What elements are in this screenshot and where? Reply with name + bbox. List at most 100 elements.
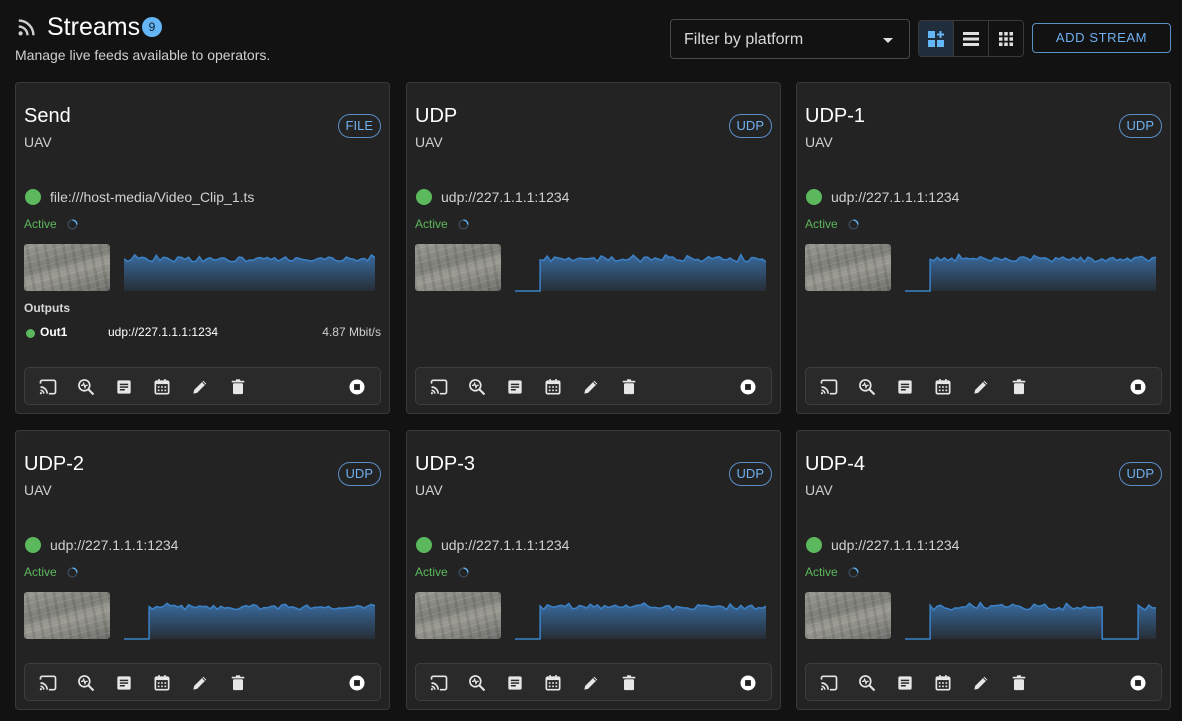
schedule-icon: [545, 379, 561, 395]
stream-type-chip: UDP: [1118, 114, 1162, 138]
video-thumbnail[interactable]: [805, 244, 891, 291]
outputs-heading: Outputs: [24, 301, 70, 315]
inspect-button[interactable]: [857, 673, 877, 693]
stop-button[interactable]: [347, 673, 367, 693]
stop-button[interactable]: [738, 377, 758, 397]
notes-button[interactable]: [895, 673, 915, 693]
stream-platform: UAV: [805, 134, 833, 150]
view-grid-plus-button[interactable]: [919, 21, 954, 56]
grid-plus-icon: [928, 30, 944, 47]
status-indicator: [416, 537, 432, 553]
edit-icon: [974, 380, 988, 394]
delete-button[interactable]: [228, 377, 248, 397]
cast-button[interactable]: [819, 377, 839, 397]
view-list-button[interactable]: [954, 21, 989, 56]
edit-button[interactable]: [971, 673, 991, 693]
cast-button[interactable]: [429, 377, 449, 397]
inspect-button[interactable]: [467, 377, 487, 397]
stop-button[interactable]: [738, 673, 758, 693]
page-title: Streams: [47, 13, 141, 41]
delete-icon: [231, 379, 245, 395]
notes-icon: [898, 380, 912, 394]
schedule-button[interactable]: [152, 377, 172, 397]
edit-button[interactable]: [190, 377, 210, 397]
stream-actions-bar: [805, 663, 1162, 701]
platform-filter-select[interactable]: Filter by platform: [670, 19, 910, 59]
stream-type-chip: UDP: [1118, 462, 1162, 486]
edit-icon: [974, 676, 988, 690]
edit-button[interactable]: [190, 673, 210, 693]
notes-icon: [508, 676, 522, 690]
view-grid-small-button[interactable]: [989, 21, 1023, 56]
cast-button[interactable]: [38, 377, 58, 397]
video-thumbnail[interactable]: [805, 592, 891, 639]
stream-platform: UAV: [805, 482, 833, 498]
inspect-button[interactable]: [467, 673, 487, 693]
stream-name: UDP-1: [805, 105, 866, 127]
video-thumbnail[interactable]: [415, 244, 501, 291]
delete-button[interactable]: [619, 377, 639, 397]
notes-icon: [508, 380, 522, 394]
stream-card: UDP-4 UAV UDP udp://227.1.1.1:1234 Active: [796, 430, 1171, 710]
status-label: Active: [805, 565, 838, 579]
stream-platform: UAV: [415, 482, 443, 498]
video-thumbnail[interactable]: [415, 592, 501, 639]
status-label: Active: [415, 217, 448, 231]
delete-icon: [1012, 379, 1026, 395]
notes-button[interactable]: [114, 377, 134, 397]
stream-source-url: udp://227.1.1.1:1234: [831, 189, 960, 205]
delete-button[interactable]: [228, 673, 248, 693]
grid-small-icon: [999, 31, 1013, 46]
delete-button[interactable]: [1009, 673, 1029, 693]
stop-button[interactable]: [347, 377, 367, 397]
inspect-button[interactable]: [857, 377, 877, 397]
cast-button[interactable]: [819, 673, 839, 693]
stream-source-url: udp://227.1.1.1:1234: [441, 189, 570, 205]
schedule-button[interactable]: [543, 673, 563, 693]
stop-icon: [349, 675, 365, 691]
cast-button[interactable]: [429, 673, 449, 693]
edit-button[interactable]: [581, 673, 601, 693]
output-bitrate: 4.87 Mbit/s: [322, 325, 381, 339]
list-icon: [963, 31, 979, 46]
stream-type-chip: UDP: [337, 462, 381, 486]
video-thumbnail[interactable]: [24, 244, 110, 291]
stop-icon: [740, 379, 756, 395]
rss-icon: [18, 19, 35, 36]
cast-button[interactable]: [38, 673, 58, 693]
delete-button[interactable]: [1009, 377, 1029, 397]
notes-button[interactable]: [114, 673, 134, 693]
stream-card: UDP-2 UAV UDP udp://227.1.1.1:1234 Active: [15, 430, 390, 710]
schedule-button[interactable]: [933, 377, 953, 397]
bitrate-sparkline: [124, 253, 375, 291]
inspect-icon: [469, 675, 486, 692]
status-indicator: [25, 189, 41, 205]
stream-actions-bar: [415, 367, 772, 405]
edit-button[interactable]: [971, 377, 991, 397]
add-stream-button[interactable]: ADD STREAM: [1032, 23, 1171, 53]
notes-button[interactable]: [505, 673, 525, 693]
loading-spinner-icon: [458, 567, 469, 578]
schedule-button[interactable]: [933, 673, 953, 693]
inspect-icon: [859, 379, 876, 396]
schedule-button[interactable]: [543, 377, 563, 397]
stop-button[interactable]: [1128, 377, 1148, 397]
video-thumbnail[interactable]: [24, 592, 110, 639]
bitrate-sparkline: [515, 602, 766, 640]
notes-button[interactable]: [505, 377, 525, 397]
status-indicator: [416, 189, 432, 205]
stop-button[interactable]: [1128, 673, 1148, 693]
edit-icon: [584, 380, 598, 394]
delete-button[interactable]: [619, 673, 639, 693]
inspect-button[interactable]: [76, 377, 96, 397]
stream-source-url: file:///host-media/Video_Clip_1.ts: [50, 189, 255, 205]
caret-down-icon: [883, 38, 893, 43]
edit-button[interactable]: [581, 377, 601, 397]
output-url: udp://227.1.1.1:1234: [108, 325, 219, 339]
schedule-button[interactable]: [152, 673, 172, 693]
inspect-button[interactable]: [76, 673, 96, 693]
stream-type-chip: UDP: [728, 462, 772, 486]
schedule-icon: [154, 379, 170, 395]
stream-source-url: udp://227.1.1.1:1234: [441, 537, 570, 553]
notes-button[interactable]: [895, 377, 915, 397]
